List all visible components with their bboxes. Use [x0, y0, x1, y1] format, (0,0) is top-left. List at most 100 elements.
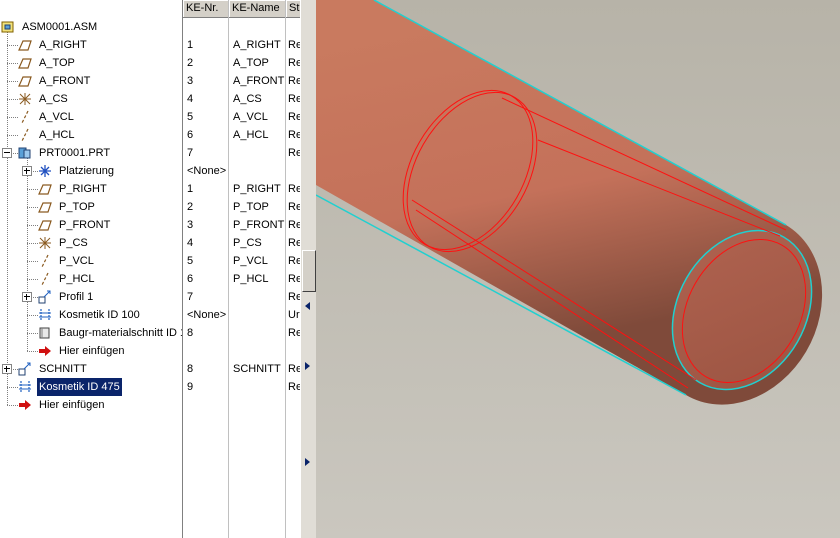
ke-nr-cell: 4: [187, 237, 194, 249]
tree-item-label: P_RIGHT: [59, 183, 107, 195]
tree-item[interactable]: Kosmetik ID 475: [0, 378, 182, 396]
scroll-right-arrow-icon[interactable]: [305, 458, 310, 466]
tree-connector-line: [27, 189, 38, 190]
tree-item[interactable]: Hier einfügen: [0, 396, 182, 414]
tree-item[interactable]: A_TOP: [0, 54, 182, 72]
tree-connector-line: [27, 207, 38, 208]
tree-item[interactable]: P_FRONT: [0, 216, 182, 234]
ke-name-cell: A_TOP: [233, 57, 269, 69]
datum-axis-icon: [38, 272, 52, 286]
tree-item[interactable]: P_RIGHT: [0, 180, 182, 198]
tree-item[interactable]: SCHNITT: [0, 360, 182, 378]
tree-item[interactable]: A_FRONT: [0, 72, 182, 90]
tree-item-label: P_VCL: [59, 255, 94, 267]
tree-item-label: A_HCL: [39, 129, 75, 141]
ke-name-cell: P_TOP: [233, 201, 269, 213]
model-tree-panel[interactable]: ASM0001.ASM A_RIGHT A_TOP A_FRONT A_CS A_VCL A…: [0, 0, 182, 538]
tree-item[interactable]: P_TOP: [0, 198, 182, 216]
ke-nr-cell: 7: [187, 147, 194, 159]
ke-nr-column: KE-Nr. 1 2 3 4 5 6 7 <None> 1 2 3 4 5 6 7 <None> 8 8 9: [182, 0, 229, 538]
tree-item[interactable]: P_HCL: [0, 270, 182, 288]
scroll-left-arrow-icon[interactable]: [305, 302, 310, 310]
tree-item[interactable]: P_CS: [0, 234, 182, 252]
tree-item[interactable]: Kosmetik ID 100: [0, 306, 182, 324]
part-icon: [18, 146, 32, 160]
profile-icon: [38, 290, 52, 304]
datum-plane-icon: [38, 218, 52, 232]
status-cell: Ur: [288, 309, 300, 321]
ke-nr-cell: 2: [187, 57, 194, 69]
ke-nr-cell: 6: [187, 273, 194, 285]
tree-item-label: Kosmetik ID 475: [37, 378, 122, 396]
ke-name-column: KE-Name A_RIGHT A_TOP A_FRONT A_CS A_VCL A_HC…: [228, 0, 286, 538]
ke-nr-cell: 5: [187, 111, 194, 123]
expand-icon[interactable]: [2, 364, 12, 374]
tree-item-label: Kosmetik ID 100: [59, 309, 140, 321]
ke-nr-cell: 2: [187, 201, 194, 213]
ke-name-cell: A_HCL: [233, 129, 269, 141]
datum-plane-icon: [18, 38, 32, 52]
scroll-right-arrow-icon[interactable]: [305, 362, 310, 370]
expand-icon[interactable]: [22, 292, 32, 302]
tree-connector-line: [27, 279, 38, 280]
cylinder-model[interactable]: [316, 0, 840, 538]
tree-item[interactable]: A_VCL: [0, 108, 182, 126]
ke-name-cell: P_CS: [233, 237, 262, 249]
datum-axis-icon: [18, 128, 32, 142]
ke-name-cell: P_VCL: [233, 255, 268, 267]
vertical-scrollbar[interactable]: [300, 0, 317, 538]
tree-item[interactable]: A_HCL: [0, 126, 182, 144]
graphics-viewport[interactable]: [316, 0, 840, 538]
tree-item-label: SCHNITT: [39, 363, 87, 375]
collapse-icon[interactable]: [2, 148, 12, 158]
tree-connector-line: [27, 243, 38, 244]
tree-connector-line: [27, 315, 38, 316]
ke-nr-cell: 7: [187, 291, 194, 303]
ke-nr-cell: 4: [187, 93, 194, 105]
ke-nr-cell: 9: [187, 381, 194, 393]
tree-item[interactable]: Hier einfügen: [0, 342, 182, 360]
ke-name-cell: A_FRONT: [233, 75, 285, 87]
status-header[interactable]: St: [286, 0, 301, 18]
datum-plane-icon: [18, 74, 32, 88]
tree-item[interactable]: A_CS: [0, 90, 182, 108]
ke-nr-cell: 8: [187, 327, 194, 339]
datum-axis-icon: [18, 110, 32, 124]
tree-connector-line: [27, 351, 38, 352]
ke-name-cell: SCHNITT: [233, 363, 281, 375]
tree-connector-line: [27, 225, 38, 226]
tree-item[interactable]: Baugr-materialschnitt ID 1: [0, 324, 182, 342]
ke-nr-cell: 5: [187, 255, 194, 267]
datum-plane-icon: [18, 56, 32, 70]
tree-item-label: Hier einfügen: [39, 399, 105, 411]
expand-icon[interactable]: [22, 166, 32, 176]
tree-connector-line: [7, 45, 18, 46]
tree-item[interactable]: P_VCL: [0, 252, 182, 270]
ke-name-cell: P_FRONT: [233, 219, 285, 231]
ke-nr-cell: 1: [187, 183, 194, 195]
tree-item-label: PRT0001.PRT: [39, 147, 111, 159]
coordinate-system-icon: [18, 92, 32, 106]
tree-item[interactable]: Platzierung: [0, 162, 182, 180]
tree-item[interactable]: ASM0001.ASM: [0, 18, 182, 36]
tree-item[interactable]: PRT0001.PRT: [0, 144, 182, 162]
tree-item[interactable]: Profil 1: [0, 288, 182, 306]
tree-item-label: P_FRONT: [59, 219, 111, 231]
tree-item-label: P_CS: [59, 237, 88, 249]
scrollbar-thumb[interactable]: [302, 250, 316, 292]
ke-nr-cell: <None>: [187, 165, 227, 177]
insert-here-icon: [18, 398, 32, 412]
cut-icon: [38, 326, 52, 340]
tree-connector-line: [27, 261, 38, 262]
tree-item-label: P_TOP: [59, 201, 95, 213]
ke-name-cell: P_RIGHT: [233, 183, 281, 195]
ke-nr-cell: 1: [187, 39, 194, 51]
ke-name-header[interactable]: KE-Name: [229, 0, 286, 18]
tree-connector-line: [27, 333, 38, 334]
ke-nr-cell: 6: [187, 129, 194, 141]
datum-axis-icon: [38, 254, 52, 268]
ke-nr-header[interactable]: KE-Nr.: [183, 0, 229, 18]
tree-item[interactable]: A_RIGHT: [0, 36, 182, 54]
ke-nr-cell: 8: [187, 363, 194, 375]
ke-name-cell: A_VCL: [233, 111, 268, 123]
